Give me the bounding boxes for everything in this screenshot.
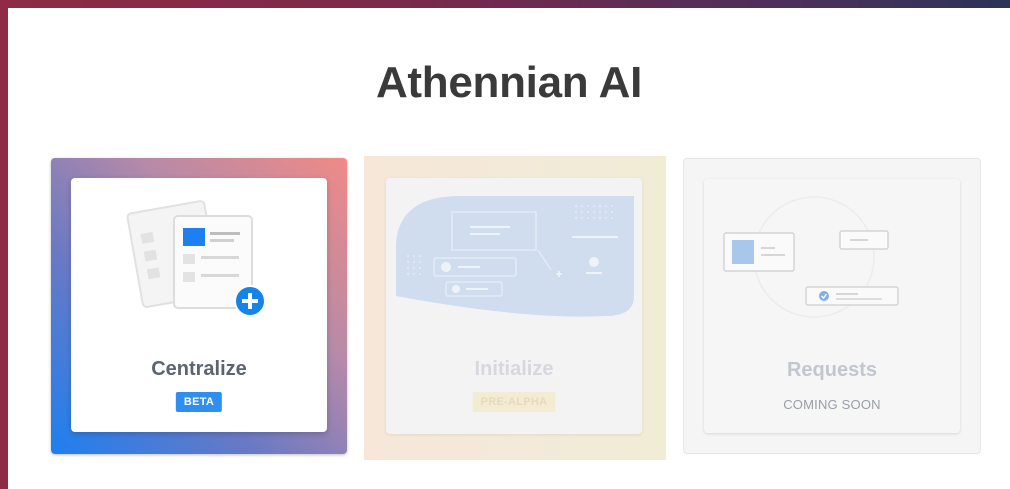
centralize-label: Centralize	[151, 358, 247, 380]
initialize-label: Initialize	[474, 358, 554, 380]
pre-alpha-badge: PRE-ALPHA	[472, 392, 556, 412]
page-title: Athennian AI	[375, 58, 643, 107]
requests-label: Requests	[786, 359, 878, 381]
coming-soon-text: COMING SOON	[783, 397, 881, 412]
main-panel: Athennian AI Centralize BETA Initialize …	[8, 8, 1010, 489]
documents-add-icon	[126, 200, 266, 317]
requests-card: Requests COMING SOON	[683, 158, 981, 454]
initialize-card: Initialize PRE-ALPHA	[364, 156, 666, 460]
workflow-illustration-icon	[396, 196, 634, 317]
beta-badge: BETA	[175, 392, 223, 412]
initialize-card-body: Initialize PRE-ALPHA	[386, 178, 642, 434]
requests-card-body: Requests COMING SOON	[704, 179, 960, 433]
centralize-card-body[interactable]: Centralize BETA	[71, 178, 327, 432]
requests-illustration-icon	[723, 196, 899, 318]
centralize-card[interactable]: Centralize BETA	[51, 158, 347, 454]
